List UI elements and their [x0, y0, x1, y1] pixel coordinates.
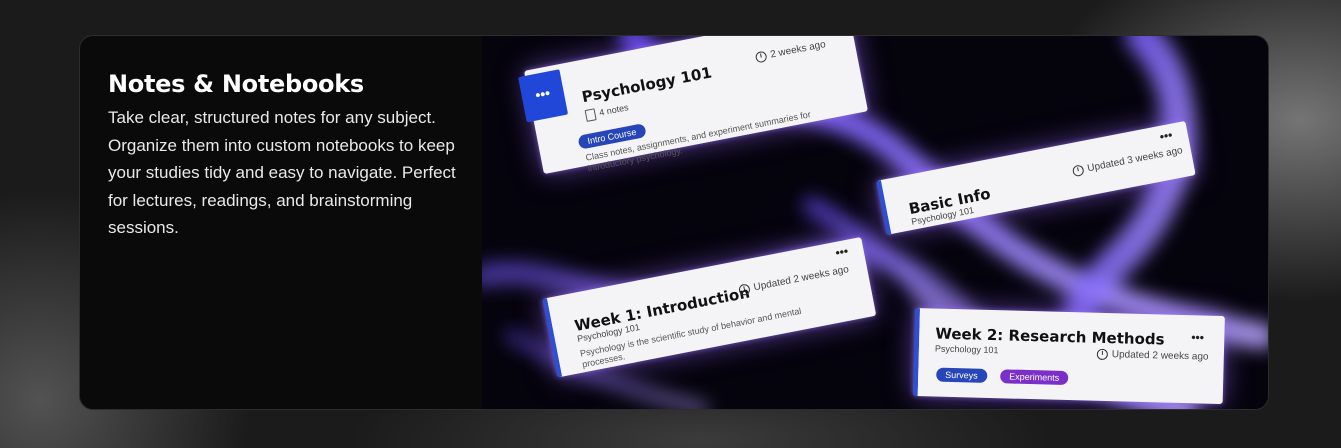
- feature-illustration: ••• Psychology 101 4 notes 2 weeks ago •…: [482, 36, 1268, 409]
- note-count-label: 4 notes: [598, 102, 630, 118]
- timestamp-label: Updated 3 weeks ago: [1086, 145, 1184, 175]
- note-timestamp: Updated 2 weeks ago: [1096, 348, 1209, 363]
- note-card-week-2[interactable]: Week 2: Research Methods Psychology 101 …: [912, 308, 1225, 405]
- feature-title: Notes & Notebooks: [108, 70, 364, 98]
- notebook-title: Psychology 101: [580, 63, 714, 107]
- note-timestamp: Updated 2 weeks ago: [737, 264, 850, 297]
- feature-text: Notes & Notebooks Take clear, structured…: [108, 70, 458, 242]
- timestamp-label: Updated 2 weeks ago: [752, 264, 850, 294]
- clock-icon: [1071, 164, 1085, 178]
- notebook-timestamp: 2 weeks ago: [754, 39, 827, 64]
- clock-icon: [1096, 348, 1108, 361]
- timestamp-label: 2 weeks ago: [769, 39, 827, 61]
- timestamp-label: Updated 2 weeks ago: [1111, 349, 1209, 363]
- tag-experiments[interactable]: Experiments: [1000, 369, 1069, 386]
- note-notebook: Psychology 101: [934, 343, 999, 356]
- more-options-icon[interactable]: •••: [1158, 128, 1173, 144]
- tag-surveys[interactable]: Surveys: [936, 367, 987, 383]
- notebook-note-count: 4 notes: [584, 102, 630, 122]
- more-options-icon[interactable]: •••: [834, 244, 849, 260]
- document-icon: [584, 108, 597, 122]
- notebook-icon: •••: [518, 69, 569, 123]
- feature-description: Take clear, structured notes for any sub…: [108, 108, 456, 237]
- clock-icon: [737, 283, 751, 297]
- more-options-icon[interactable]: •••: [1191, 330, 1204, 344]
- clock-icon: [754, 50, 768, 64]
- feature-card: Notes & Notebooks Take clear, structured…: [79, 35, 1269, 410]
- note-timestamp: Updated 3 weeks ago: [1071, 145, 1184, 178]
